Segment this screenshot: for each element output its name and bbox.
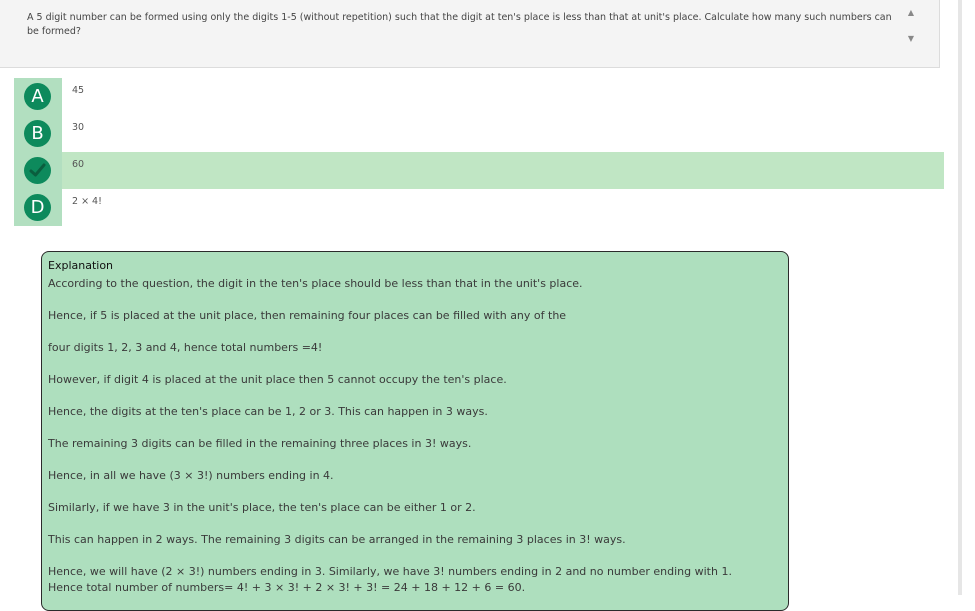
option-letter-badge: B (24, 120, 51, 147)
option-b[interactable]: B 30 (14, 115, 944, 152)
check-icon (29, 163, 46, 177)
option-a[interactable]: A 45 (14, 78, 944, 115)
explanation-line: This can happen in 2 ways. The remaining… (48, 533, 626, 546)
option-letter-badge: A (24, 83, 51, 110)
option-letter-badge (24, 157, 51, 184)
explanation-line: The remaining 3 digits can be filled in … (48, 437, 472, 450)
page-scrollbar[interactable] (958, 0, 962, 595)
option-letter-cell: A (14, 78, 62, 115)
explanation-line: However, if digit 4 is placed at the uni… (48, 373, 507, 386)
explanation-line: According to the question, the digit in … (48, 277, 583, 290)
explanation-line: Hence, we will have (2 × 3!) numbers end… (48, 565, 732, 594)
explanation-line: Similarly, if we have 3 in the unit's pl… (48, 501, 476, 514)
explanation-title: Explanation (48, 259, 114, 272)
explanation-line: Hence, if 5 is placed at the unit place,… (48, 309, 567, 322)
explanation-line: Hence, the digits at the ten's place can… (48, 405, 488, 418)
option-letter-cell: D (14, 189, 62, 226)
correct-highlight (62, 152, 944, 189)
option-value: 60 (72, 159, 85, 170)
question-panel: A 5 digit number can be formed using onl… (0, 0, 940, 68)
triangle-down-icon[interactable]: ▼ (905, 34, 917, 44)
option-letter-cell (14, 152, 62, 189)
option-value: 30 (72, 122, 85, 133)
option-d[interactable]: D 2 × 4! (14, 189, 944, 226)
question-text: A 5 digit number can be formed using onl… (27, 12, 892, 37)
option-letter-cell: B (14, 115, 62, 152)
explanation-panel: Explanation According to the question, t… (41, 251, 789, 611)
explanation-line: four digits 1, 2, 3 and 4, hence total n… (48, 341, 323, 354)
option-letter-badge: D (24, 194, 51, 221)
option-value: 45 (72, 85, 85, 96)
triangle-up-icon[interactable]: ▲ (905, 8, 917, 18)
option-value: 2 × 4! (72, 196, 102, 207)
explanation-line: Hence, in all we have (3 × 3!) numbers e… (48, 469, 334, 482)
answer-options: A 45 B 30 60 D 2 × 4! (14, 78, 944, 226)
option-c-correct[interactable]: 60 (14, 152, 944, 189)
